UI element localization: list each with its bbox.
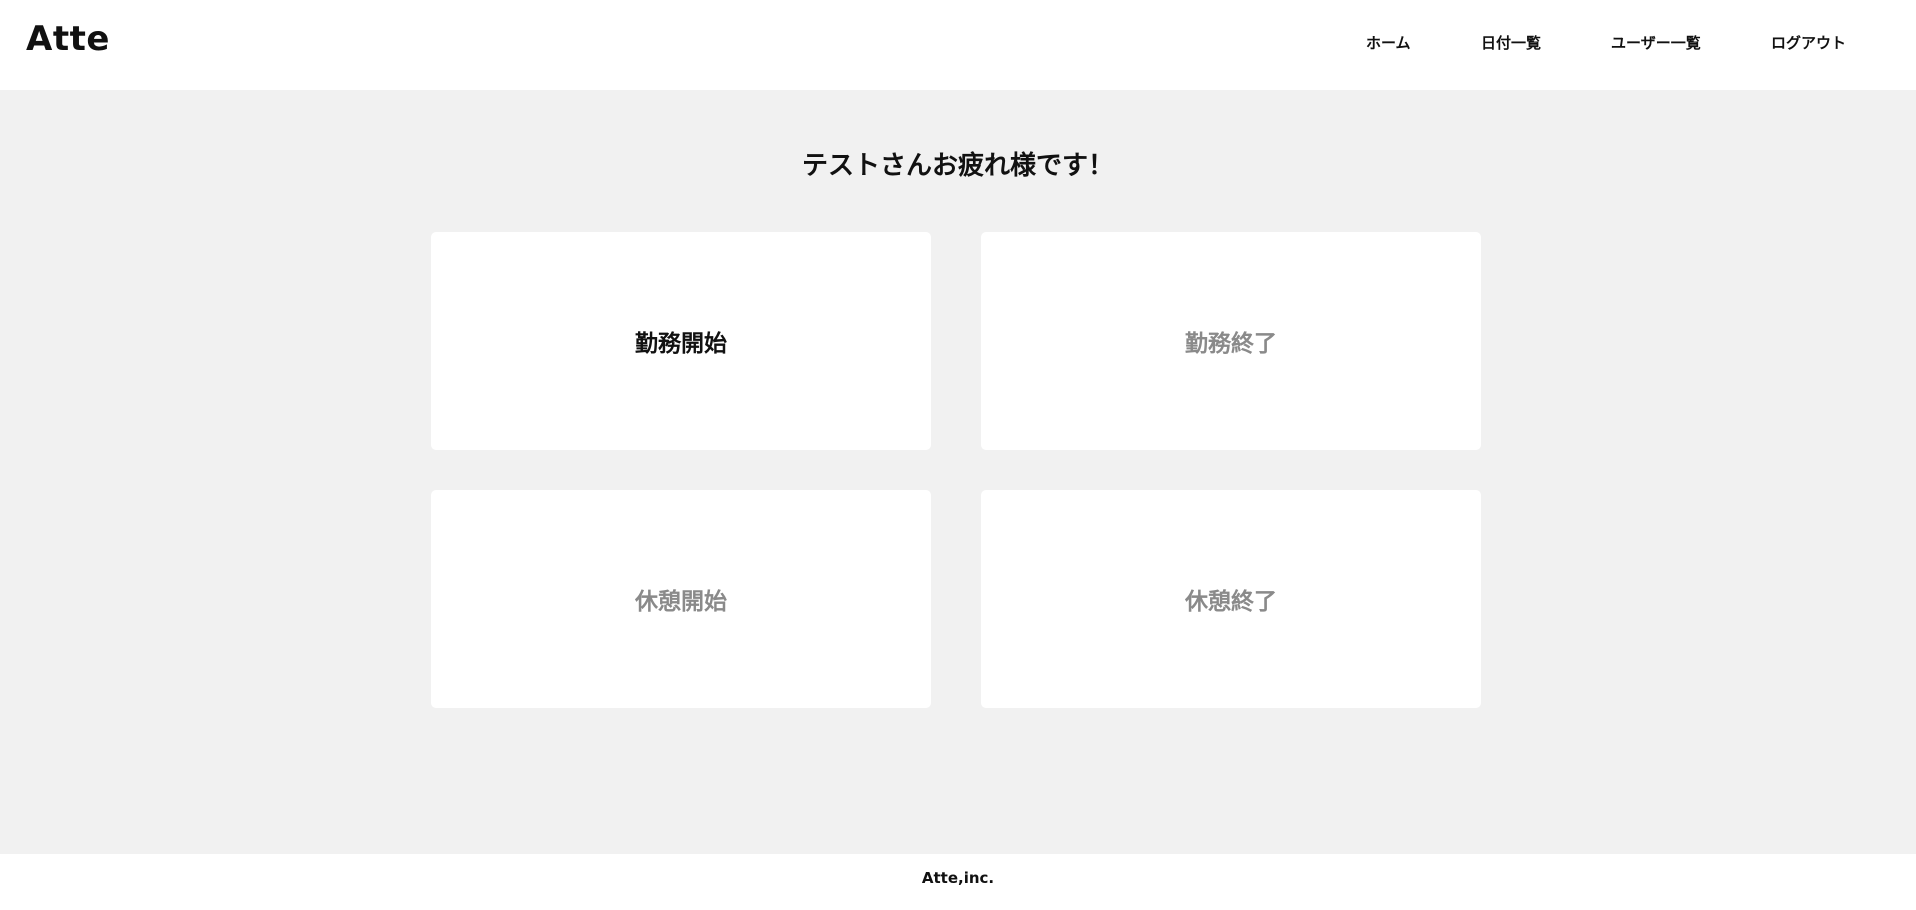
site-footer: Atte,inc. bbox=[0, 854, 1916, 910]
nav-logout-link[interactable]: ログアウト bbox=[1771, 32, 1846, 53]
nav-user-list-link[interactable]: ユーザー一覧 bbox=[1611, 32, 1701, 53]
break-end-button[interactable]: 休憩終了 bbox=[981, 490, 1481, 708]
site-header: Atte ホーム 日付一覧 ユーザー一覧 ログアウト bbox=[0, 0, 1916, 90]
work-start-button[interactable]: 勤務開始 bbox=[431, 232, 931, 450]
main-nav: ホーム 日付一覧 ユーザー一覧 ログアウト bbox=[0, 0, 1916, 90]
nav-home-link[interactable]: ホーム bbox=[1366, 32, 1411, 53]
nav-date-list-link[interactable]: 日付一覧 bbox=[1481, 32, 1541, 53]
work-end-button[interactable]: 勤務終了 bbox=[981, 232, 1481, 450]
break-start-button[interactable]: 休憩開始 bbox=[431, 490, 931, 708]
main-content: テストさんお疲れ様です！ 勤務開始 勤務終了 休憩開始 休憩終了 bbox=[0, 90, 1916, 854]
greeting-heading: テストさんお疲れ様です！ bbox=[801, 151, 1114, 181]
copyright-text: Atte,inc. bbox=[921, 869, 995, 887]
